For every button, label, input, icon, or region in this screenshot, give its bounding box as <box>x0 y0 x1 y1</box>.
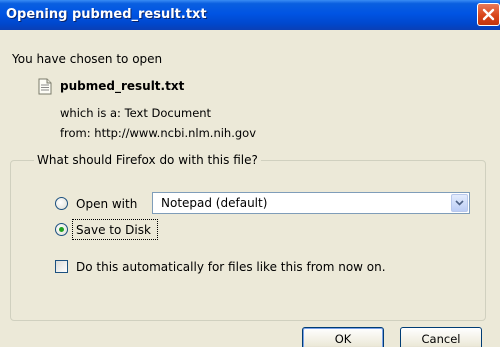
text-file-icon <box>38 78 52 95</box>
chevron-down-icon[interactable] <box>451 194 468 212</box>
dialog-body: You have chosen to open pubmed_result.tx… <box>0 30 500 347</box>
file-source: from: http://www.ncbi.nlm.nih.gov <box>60 126 257 140</box>
open-with-app-value: Notepad (default) <box>161 196 268 210</box>
window-title: Opening pubmed_result.txt <box>6 7 207 22</box>
open-with-label[interactable]: Open with <box>76 197 137 211</box>
action-groupbox <box>10 160 486 321</box>
intro-text: You have chosen to open <box>12 52 163 66</box>
radio-selected-dot <box>59 227 64 232</box>
save-to-disk-label[interactable]: Save to Disk <box>76 223 151 237</box>
close-icon[interactable] <box>477 3 500 26</box>
cancel-button[interactable]: Cancel <box>400 327 482 347</box>
file-type: which is a: Text Document <box>60 106 212 120</box>
ok-button[interactable]: OK <box>302 327 384 347</box>
auto-action-checkbox[interactable] <box>55 260 68 273</box>
file-name: pubmed_result.txt <box>60 79 185 93</box>
save-to-disk-radio[interactable] <box>55 223 68 236</box>
title-bar: Opening pubmed_result.txt <box>0 0 500 30</box>
open-with-app-select[interactable]: Notepad (default) <box>152 192 470 214</box>
auto-action-label[interactable]: Do this automatically for files like thi… <box>76 260 386 274</box>
action-group-legend: What should Firefox do with this file? <box>34 153 261 167</box>
open-with-radio[interactable] <box>55 197 68 210</box>
